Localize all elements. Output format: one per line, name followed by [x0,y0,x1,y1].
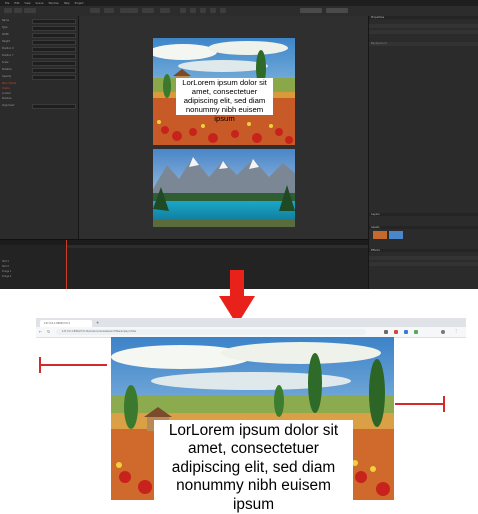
inspector-row-label: Locked [2,92,11,95]
inspector-field[interactable] [32,75,76,80]
inspector-row-label: Blend Mode [2,82,17,85]
mountain-lake-photo[interactable] [153,149,295,227]
left-width-marker-cap [39,357,41,373]
browser-tab[interactable]: 127.0.0.1:8000/?id=1 [40,320,92,327]
toolbar-button[interactable] [200,8,206,13]
inspector-row-label: Alignment [2,104,15,107]
toolbar-button[interactable] [210,8,216,13]
toolbar-button[interactable] [14,8,22,13]
menu-file[interactable]: File [5,2,9,5]
panel-row [369,30,478,34]
asset-thumbnail[interactable] [389,231,403,239]
tab-strip: 127.0.0.1:8000/?id=1 + [36,318,466,327]
inspector-row-label: Visible [2,87,10,90]
menu-edit[interactable]: Edit [14,2,19,5]
back-icon[interactable]: ← [39,329,42,334]
inspector-row-label: Name [2,19,10,22]
toolbar-button[interactable] [190,8,196,13]
menu-scene[interactable]: Scene [36,2,44,5]
inspector-field[interactable] [32,104,76,109]
extension-icon[interactable] [394,330,398,334]
inspector-row-label: Position Y [2,54,14,57]
timeline-row-label: Image 2 [2,275,12,278]
properties-panel: Properties Background Layers Assets Effe… [368,16,478,289]
profile-avatar[interactable] [441,330,445,334]
right-width-marker [395,403,445,405]
extension-icon[interactable] [384,330,388,334]
inspector-row-label: Height [2,40,10,43]
toolbar-button[interactable] [90,8,100,13]
inspector-field[interactable] [32,33,76,38]
background-header: Background [371,42,387,45]
menu-help[interactable]: Help [64,2,70,5]
properties-header: Properties [371,16,385,19]
inspector-row-label: Position X [2,47,14,50]
toolbar-button[interactable] [180,8,186,13]
toolbar-button[interactable] [104,8,114,13]
inspector-row-label: Opacity [2,75,12,78]
inspector-row-label: Type [2,26,8,29]
inspector-field[interactable] [32,40,76,45]
left-width-marker [39,364,107,366]
inspector-field[interactable] [32,47,76,52]
inspector-field[interactable] [32,26,76,31]
effects-header: Effects [371,249,380,252]
browser-window: 127.0.0.1:8000/?id=1 + ← ↻ 127.0.0.1:800… [36,318,466,513]
inspector-field[interactable] [32,61,76,66]
inspector-row-label: Width [2,33,9,36]
panel-row [369,24,478,28]
url-field[interactable]: 127.0.0.1:8000/?id=1&mode=preview&size=f… [56,329,366,335]
panel-row [369,262,478,266]
menu-view[interactable]: View [24,2,30,5]
menu-project[interactable]: Project [75,2,84,5]
playhead[interactable] [66,240,67,289]
panel-header [369,249,478,252]
timeline-ruler[interactable] [66,245,368,248]
inspector-field[interactable] [32,68,76,73]
down-arrow-icon [219,270,255,325]
toolbar-button[interactable] [300,8,322,13]
editor-window: File Edit View Scene Window Help Project… [0,0,478,289]
inspector-field[interactable] [32,54,76,59]
asset-thumbnail[interactable] [373,231,387,239]
toolbar-button[interactable] [142,8,154,13]
inspector-row-label: Rotation [2,68,12,71]
assets-header: Assets [371,226,380,229]
artwork-caption[interactable]: LorLorem ipsum dolor sit amet, consectet… [176,78,273,123]
toolbar-button[interactable] [4,8,12,13]
timeline-row-label: Image 1 [2,270,12,273]
toolbar-button[interactable] [24,8,36,13]
timeline-row-label: Text 2 [2,265,9,268]
inspector-row-label: Shadow [2,97,12,100]
panel-header [369,16,478,19]
new-tab-icon[interactable]: + [96,320,99,325]
timeline-row-label: Text 1 [2,260,9,263]
zoom-dropdown[interactable] [120,8,138,13]
reload-icon[interactable]: ↻ [47,329,50,334]
layers-header: Layers [371,213,380,216]
toolbar-button[interactable] [326,8,348,13]
inspector-panel: Name Type Width Height Position X Positi… [0,16,79,239]
right-width-marker-cap [443,396,445,412]
menu-dots-icon[interactable]: ⋮ [454,328,458,333]
panel-row [369,256,478,260]
extension-icon[interactable] [404,330,408,334]
extension-icon[interactable] [414,330,418,334]
timeline-panel: Text 1 Text 2 Image 1 Image 2 [0,239,368,289]
panel-header [369,226,478,229]
menu-window[interactable]: Window [48,2,58,5]
panel-header [369,213,478,216]
inspector-field[interactable] [32,19,76,24]
inspector-row-label: Scale [2,61,9,64]
toolbar-button[interactable] [160,8,170,13]
preview-caption[interactable]: LorLorem ipsum dolor sit amet, consectet… [154,420,353,513]
toolbar-button[interactable] [220,8,226,13]
